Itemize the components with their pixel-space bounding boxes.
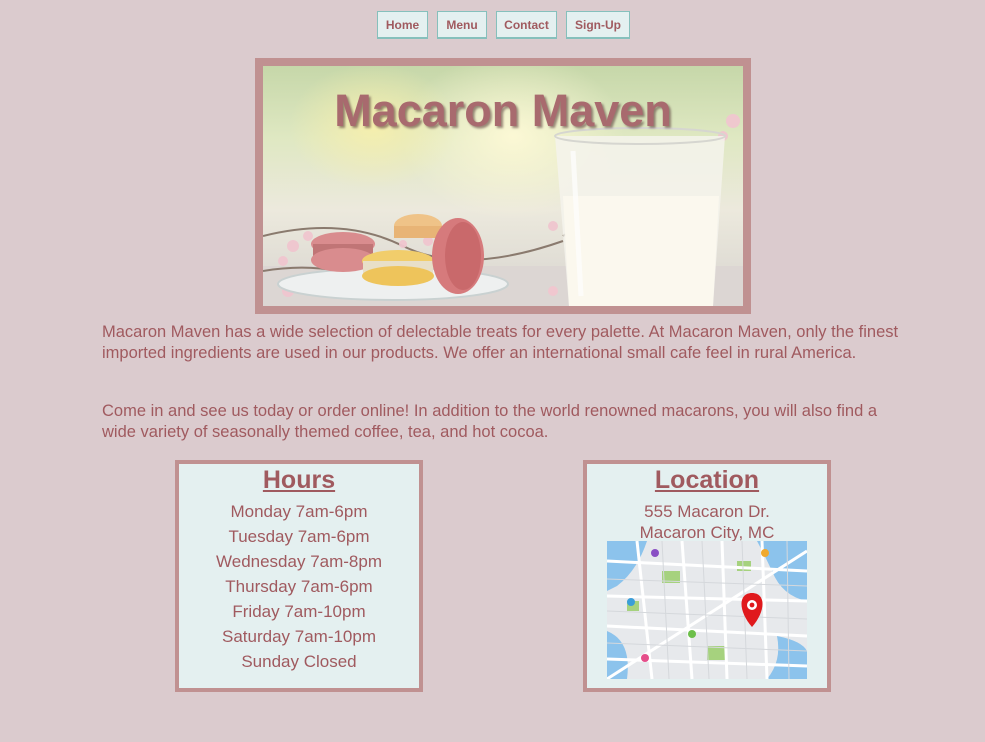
address-city: Macaron City, MC <box>639 523 775 542</box>
hours-saturday: Saturday 7am-10pm <box>221 627 377 646</box>
nav-menu-button[interactable]: Menu <box>437 11 487 39</box>
address-street: 555 Macaron Dr. <box>644 502 770 521</box>
location-card: Location 555 Macaron Dr. Macaron City, M… <box>583 460 831 692</box>
hours-friday: Friday 7am-10pm <box>232 602 366 621</box>
hours-monday: Monday 7am-6pm <box>230 502 368 521</box>
main-nav: Home Menu Contact Sign-Up <box>377 11 630 39</box>
hours-wednesday: Wednesday 7am-8pm <box>216 552 382 571</box>
hours-sunday: Sunday Closed <box>241 652 357 671</box>
address: 555 Macaron Dr. Macaron City, MC <box>587 501 827 543</box>
nav-contact-button[interactable]: Contact <box>496 11 557 39</box>
hours-list: Monday 7am-6pm Tuesday 7am-6pm Wednesday… <box>179 499 419 674</box>
location-heading: Location <box>654 466 760 494</box>
hours-card: Hours Monday 7am-6pm Tuesday 7am-6pm Wed… <box>175 460 423 692</box>
location-map[interactable] <box>607 541 807 679</box>
intro-paragraph-1: Macaron Maven has a wide selection of de… <box>102 323 899 362</box>
macaron-orange <box>394 214 442 238</box>
hours-thursday: Thursday 7am-6pm <box>225 577 373 596</box>
intro-paragraph-2: Come in and see us today or order online… <box>102 402 878 441</box>
nav-signup-button[interactable]: Sign-Up <box>566 11 630 39</box>
hours-heading: Hours <box>262 466 336 494</box>
macaron-rose <box>432 218 484 294</box>
macaron-yellow <box>362 250 434 286</box>
site-title: Macaron Maven <box>334 85 672 136</box>
hours-tuesday: Tuesday 7am-6pm <box>228 527 370 546</box>
nav-home-button[interactable]: Home <box>377 11 428 39</box>
hero-banner: Macaron Maven <box>255 58 751 314</box>
